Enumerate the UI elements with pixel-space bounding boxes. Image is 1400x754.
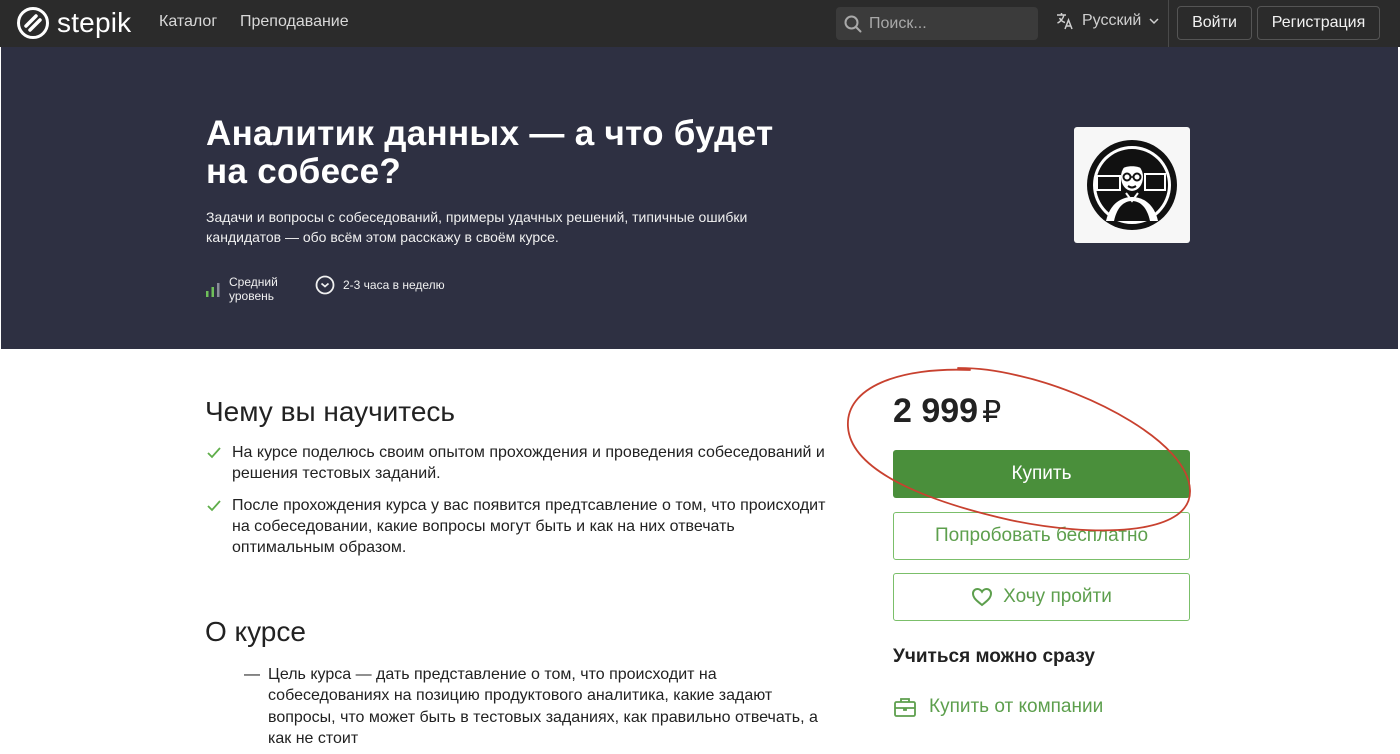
check-icon — [207, 500, 221, 512]
language-label: Русский — [1082, 12, 1142, 29]
learn-item-text: На курсе поделюсь своим опытом прохожден… — [232, 444, 825, 482]
annotation-ellipse — [847, 367, 1191, 532]
course-cover-image — [1074, 127, 1190, 243]
learn-heading: Чему вы научитесь — [205, 396, 455, 427]
chevron-down-icon — [1149, 18, 1159, 25]
about-text: Цель курса — дать представление о том, ч… — [268, 666, 818, 747]
about-bullet: — — [244, 666, 260, 683]
heart-icon — [972, 587, 993, 607]
learn-item-text: После прохождения курса у вас появится п… — [232, 497, 826, 556]
course-workload-label: 2-3 часа в неделю — [343, 278, 445, 292]
course-level-label: Средний уровень — [229, 275, 278, 303]
learn-list-item: На курсе поделюсь своим опытом прохожден… — [206, 442, 836, 484]
wishlist-label: Хочу пройти — [1003, 586, 1112, 607]
clock-icon — [315, 275, 335, 295]
check-icon — [207, 447, 221, 459]
top-navigation: stepik Каталог Преподавание Поиск... Рус… — [0, 0, 1400, 47]
search-input[interactable]: Поиск... — [836, 7, 1038, 40]
stepik-logo-icon — [17, 7, 49, 39]
logo-text: stepik — [57, 7, 132, 38]
nav-teaching-link[interactable]: Преподавание — [240, 13, 349, 31]
learn-list-item: После прохождения курса у вас появится п… — [206, 495, 836, 558]
buy-from-company-link[interactable]: Купить от компании — [893, 696, 1103, 718]
register-button[interactable]: Регистрация — [1257, 6, 1380, 40]
search-placeholder: Поиск... — [869, 14, 927, 32]
course-level: Средний уровень — [205, 275, 289, 303]
buy-from-company-label: Купить от компании — [929, 696, 1104, 717]
wishlist-button[interactable]: Хочу пройти — [893, 573, 1190, 621]
stepik-logo[interactable]: stepik — [17, 6, 131, 40]
nav-catalog-link[interactable]: Каталог — [159, 13, 217, 31]
course-hero: Аналитик данных — а что будет на собесе?… — [1, 47, 1398, 349]
language-selector[interactable]: Русский — [1056, 12, 1159, 30]
briefcase-icon — [894, 698, 916, 717]
nav-divider — [1168, 0, 1169, 47]
translate-icon — [1057, 13, 1073, 30]
about-list-item: — Цель курса — дать представление о том,… — [244, 664, 834, 749]
course-workload: 2-3 часа в неделю — [315, 275, 445, 295]
login-button[interactable]: Войти — [1177, 6, 1252, 40]
analyst-avatar-icon — [1087, 140, 1177, 230]
learn-now-label: Учиться можно сразу — [893, 646, 1095, 667]
course-title: Аналитик данных — а что будет на собесе? — [206, 114, 774, 191]
about-heading: О курсе — [205, 616, 306, 647]
course-description: Задачи и вопросы с собеседований, пример… — [206, 209, 748, 245]
level-bars-icon — [206, 283, 220, 297]
search-icon — [844, 15, 862, 32]
